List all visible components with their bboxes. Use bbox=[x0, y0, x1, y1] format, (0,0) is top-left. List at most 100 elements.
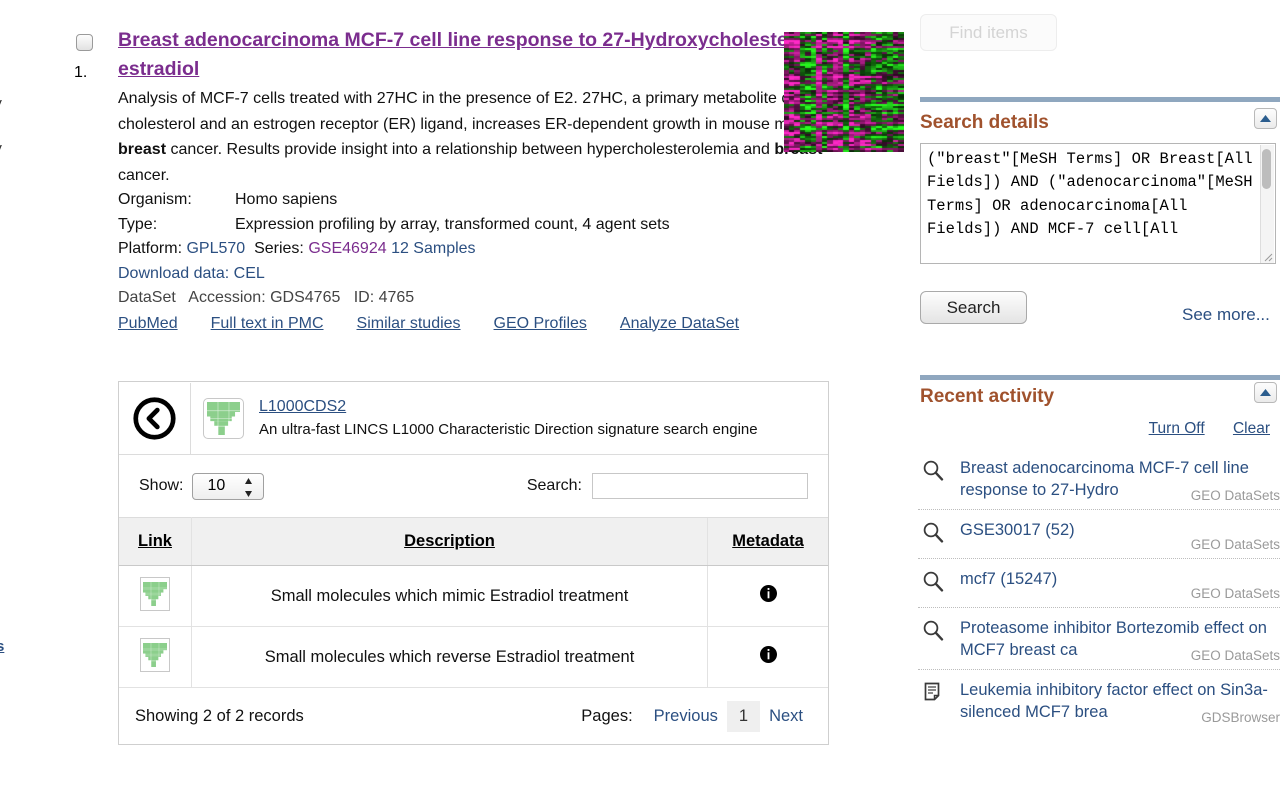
platform-label: Platform: bbox=[118, 240, 183, 257]
platform-link[interactable]: GPL570 bbox=[186, 240, 245, 257]
id-label: ID: bbox=[353, 289, 375, 306]
clear-link[interactable]: Clear bbox=[1233, 420, 1270, 437]
row-link-cell[interactable] bbox=[119, 565, 192, 627]
result-action-link-0[interactable]: PubMed bbox=[118, 315, 178, 332]
recent-activity-item-db: GEO DataSets bbox=[1188, 537, 1280, 552]
result-title: Breast adenocarcinoma MCF-7 cell line re… bbox=[118, 26, 860, 84]
show-control: Show: 10 bbox=[139, 472, 265, 500]
magnifier-icon bbox=[923, 620, 944, 641]
accession-label: Accession: bbox=[188, 289, 266, 306]
recent-activity-rule bbox=[920, 375, 1280, 380]
widget-title: L1000CDS2 bbox=[259, 396, 828, 417]
search-result-item: 1. Breast adenocarcinoma MCF-7 cell line… bbox=[70, 26, 860, 333]
result-organism-row: Organism: Homo sapiens bbox=[118, 188, 860, 213]
table-row: Small molecules which reverse Estradiol … bbox=[119, 626, 828, 688]
widget-header-text: L1000CDS2 An ultra-fast LINCS L1000 Char… bbox=[255, 396, 828, 441]
current-page-button[interactable]: 1 bbox=[726, 700, 761, 732]
magnifier-icon bbox=[923, 460, 944, 481]
column-header-metadata[interactable]: Metadata bbox=[707, 517, 828, 566]
circle-left-chevron-icon bbox=[133, 396, 176, 440]
facet-fragment-0: by bbox=[0, 95, 2, 112]
magnifier-icon bbox=[923, 522, 944, 543]
recent-activity-item[interactable]: GSE30017 (52) GEO DataSets bbox=[918, 510, 1280, 559]
next-page-button[interactable]: Next bbox=[760, 702, 812, 731]
document-icon bbox=[924, 682, 940, 701]
show-select-value: 10 bbox=[207, 477, 226, 494]
recent-activity-item[interactable]: mcf7 (15247) GEO DataSets bbox=[918, 559, 1280, 608]
show-select[interactable]: 10 bbox=[192, 472, 265, 500]
green-tree-icon[interactable] bbox=[140, 576, 170, 611]
row-metadata-cell[interactable] bbox=[707, 565, 828, 627]
accession-value: GDS4765 bbox=[270, 289, 341, 306]
column-header-description[interactable]: Description bbox=[191, 517, 708, 566]
turn-off-link[interactable]: Turn Off bbox=[1149, 420, 1205, 437]
result-select-checkbox[interactable] bbox=[76, 34, 93, 51]
organism-label: Organism: bbox=[118, 191, 192, 208]
widget-title-link[interactable]: L1000CDS2 bbox=[259, 398, 346, 415]
download-cel-link[interactable]: CEL bbox=[234, 265, 265, 282]
result-action-link-4[interactable]: Analyze DataSet bbox=[620, 315, 739, 332]
result-title-link-estradiol[interactable]: estradiol bbox=[118, 58, 199, 80]
recent-activity-item[interactable]: Breast adenocarcinoma MCF-7 cell line re… bbox=[918, 448, 1280, 510]
type-value: Expression profiling by array, transform… bbox=[235, 215, 670, 233]
magnifier-icon bbox=[922, 521, 944, 543]
table-search-control: Search: bbox=[527, 473, 808, 499]
widget-controls: Show: 10 Search: bbox=[119, 455, 828, 517]
recent-activity-item-db: GDSBrowser bbox=[1199, 710, 1280, 725]
recent-activity-item[interactable]: Leukemia inhibitory factor effect on Sin… bbox=[918, 670, 1280, 731]
result-action-link-2[interactable]: Similar studies bbox=[357, 315, 461, 332]
recent-activity-item-db: GEO DataSets bbox=[1188, 648, 1280, 663]
summary-part-2: cancer. Results provide insight into a r… bbox=[166, 141, 775, 158]
magnifier-icon bbox=[922, 459, 944, 481]
recent-activity-collapse-button[interactable] bbox=[1254, 382, 1277, 403]
info-icon[interactable] bbox=[759, 646, 777, 663]
table-footer: Showing 2 of 2 records Pages: Previous 1… bbox=[119, 688, 828, 744]
facet-fragment-1: by bbox=[0, 140, 2, 157]
row-description-cell: Small molecules which reverse Estradiol … bbox=[191, 626, 708, 688]
summary-part-3: cancer. bbox=[118, 166, 170, 184]
records-status: Showing 2 of 2 records bbox=[135, 706, 304, 725]
magnifier-icon bbox=[922, 570, 944, 592]
row-metadata-cell[interactable] bbox=[707, 626, 828, 688]
result-action-links: PubMed Full text in PMC Similar studies GEO… bbox=[118, 315, 860, 333]
results-table: Link Description Metadata Small molecule… bbox=[119, 517, 828, 688]
series-link[interactable]: GSE46924 bbox=[308, 240, 386, 257]
result-download-row: Download data: CEL bbox=[118, 262, 860, 287]
series-label: Series: bbox=[254, 240, 304, 257]
widget-back-button[interactable] bbox=[119, 382, 191, 454]
magnifier-icon bbox=[923, 571, 944, 592]
column-header-link[interactable]: Link bbox=[119, 517, 192, 566]
previous-page-button[interactable]: Previous bbox=[645, 702, 727, 731]
row-description-cell: Small molecules which mimic Estradiol tr… bbox=[191, 565, 708, 627]
result-accession-row: DataSet Accession: GDS4765 ID: 4765 bbox=[118, 286, 860, 311]
page-root: by by s 1. Breast adenocarcinoma MCF-7 cel… bbox=[0, 0, 1280, 800]
facet-fragment-2[interactable]: s bbox=[0, 638, 4, 655]
recent-activity-item-db: GEO DataSets bbox=[1188, 488, 1280, 503]
heatmap-thumbnail[interactable] bbox=[784, 32, 904, 152]
recent-activity-item-db: GEO DataSets bbox=[1188, 586, 1280, 601]
samples-link[interactable]: 12 Samples bbox=[391, 240, 476, 257]
recent-activity-title: Recent activity bbox=[920, 386, 1055, 407]
table-row: Small molecules which mimic Estradiol tr… bbox=[119, 565, 828, 627]
result-title-link-main[interactable]: Breast adenocarcinoma MCF-7 cell line re… bbox=[118, 29, 813, 51]
results-table-body: Small molecules which mimic Estradiol tr… bbox=[119, 565, 828, 688]
green-tree-icon[interactable] bbox=[140, 637, 170, 672]
result-index: 1. bbox=[74, 64, 88, 81]
widget-description: An ultra-fast LINCS L1000 Characteristic… bbox=[259, 420, 758, 438]
result-type-row: Type: Expression profiling by array, tran… bbox=[118, 213, 860, 238]
recent-activity-item[interactable]: Proteasome inhibitor Bortezomib effect o… bbox=[918, 608, 1280, 670]
pagination: Pages: Previous 1 Next bbox=[581, 700, 812, 732]
l1000cds2-widget: L1000CDS2 An ultra-fast LINCS L1000 Char… bbox=[118, 381, 829, 745]
id-value: 4765 bbox=[378, 289, 415, 306]
result-action-link-1[interactable]: Full text in PMC bbox=[211, 315, 324, 332]
widget-header: L1000CDS2 An ultra-fast LINCS L1000 Char… bbox=[119, 382, 828, 455]
document-icon bbox=[922, 681, 944, 703]
table-search-input[interactable] bbox=[592, 473, 808, 499]
info-icon[interactable] bbox=[759, 585, 777, 602]
summary-highlight-1: breast bbox=[118, 141, 167, 158]
result-action-link-3[interactable]: GEO Profiles bbox=[494, 315, 587, 332]
result-summary: Analysis of MCF-7 cells treated with 27H… bbox=[118, 86, 853, 188]
row-link-cell[interactable] bbox=[119, 626, 192, 688]
results-table-head: Link Description Metadata bbox=[119, 517, 828, 566]
table-search-label: Search: bbox=[526, 477, 582, 494]
